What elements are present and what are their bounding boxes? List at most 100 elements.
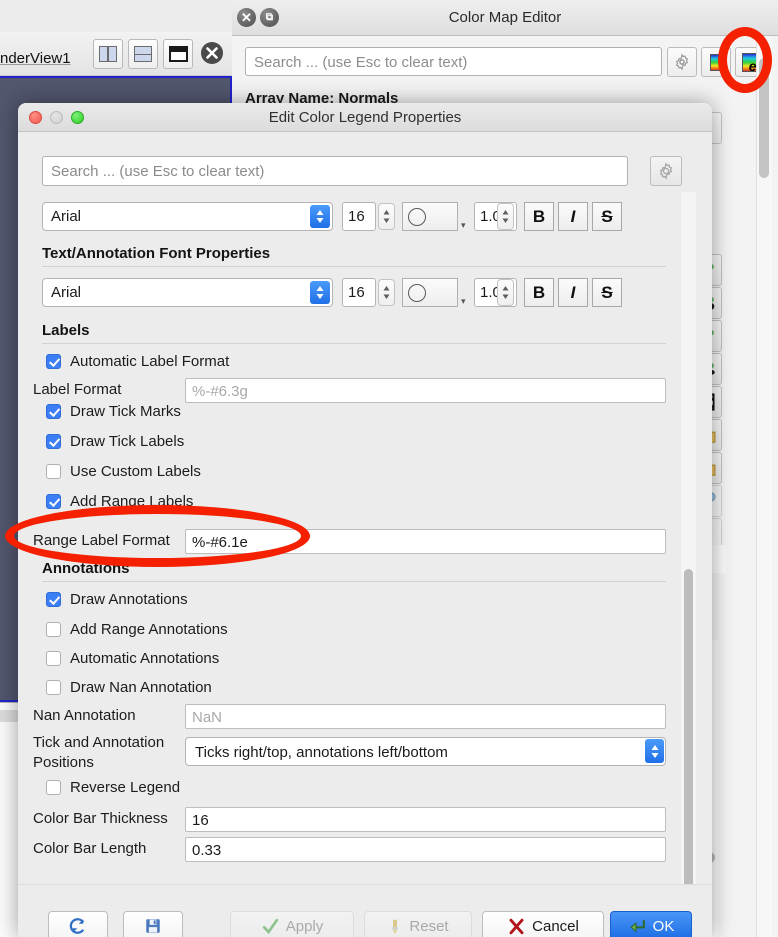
- annotation-font-row: Arial 16 ▾ 1.00 B I S: [42, 278, 666, 307]
- annotation-font-bold-toggle[interactable]: B: [524, 278, 554, 307]
- color-bar-length-input[interactable]: 0.33: [185, 837, 666, 862]
- annotation-font-color-button[interactable]: [402, 278, 458, 307]
- cancel-label: Cancel: [532, 917, 579, 935]
- brush-icon: [392, 919, 399, 933]
- ok-button[interactable]: OK: [610, 911, 692, 937]
- tick-annotation-positions-select[interactable]: Ticks right/top, annotations left/bottom: [185, 737, 666, 766]
- gear-icon: [675, 53, 689, 71]
- annotation-font-size-stepper[interactable]: [378, 279, 395, 306]
- section-divider: [42, 581, 666, 582]
- color-map-editor-search-row: Search ... (use Esc to clear text) e: [232, 36, 778, 88]
- dialog-search-input[interactable]: Search ... (use Esc to clear text): [42, 156, 628, 186]
- checkbox-unchecked-icon[interactable]: [46, 464, 61, 479]
- nan-annotation-input[interactable]: NaN: [185, 704, 666, 729]
- chevron-up-down-icon: [502, 286, 509, 299]
- color-map-editor-gear-button[interactable]: [667, 47, 697, 77]
- save-as-defaults-button[interactable]: [123, 911, 183, 937]
- annotation-font-shadow-toggle[interactable]: S: [592, 278, 622, 307]
- color-bar-button[interactable]: [701, 47, 731, 77]
- label-format-label: Label Format: [33, 381, 122, 398]
- title-font-family-select[interactable]: Arial: [42, 202, 333, 231]
- title-font-row: Arial 16 ▾ 1.00 B I S: [42, 202, 666, 231]
- chevron-up-down-icon: [383, 210, 390, 223]
- x-icon: [509, 918, 524, 934]
- draw-nan-annotation-checkbox-row[interactable]: Draw Nan Annotation: [46, 679, 212, 696]
- automatic-annotations-label: Automatic Annotations: [70, 650, 220, 667]
- title-font-italic-toggle[interactable]: I: [558, 202, 588, 231]
- automatic-annotations-checkbox-row[interactable]: Automatic Annotations: [46, 650, 219, 667]
- chevron-up-down-icon: [310, 281, 330, 304]
- draw-annotations-checkbox-row[interactable]: Draw Annotations: [46, 591, 188, 608]
- draw-annotations-label: Draw Annotations: [70, 591, 188, 608]
- apply-button[interactable]: Apply: [230, 911, 354, 937]
- annotation-font-italic-toggle[interactable]: I: [558, 278, 588, 307]
- color-swatch-icon: [408, 207, 426, 226]
- add-range-labels-checkbox-row[interactable]: Add Range Labels: [46, 493, 193, 510]
- render-view-title: nderView1: [0, 50, 71, 67]
- outer-scrollbar-thumb[interactable]: [759, 58, 769, 178]
- title-font-size-stepper[interactable]: [378, 203, 395, 230]
- title-font-opacity-stepper[interactable]: [497, 203, 514, 230]
- chevron-up-down-icon: [502, 210, 509, 223]
- checkbox-checked-icon[interactable]: [46, 354, 61, 369]
- dialog-scrollbar-thumb[interactable]: [684, 569, 693, 937]
- color-bar-icon: [709, 53, 723, 71]
- close-view-button[interactable]: [198, 39, 226, 67]
- draw-tick-labels-checkbox-row[interactable]: Draw Tick Labels: [46, 433, 184, 450]
- color-map-editor-search-input[interactable]: Search ... (use Esc to clear text): [245, 47, 662, 76]
- refresh-icon: [69, 918, 85, 934]
- dialog-title: Edit Color Legend Properties: [268, 109, 462, 126]
- checkbox-unchecked-icon[interactable]: [46, 780, 61, 795]
- add-range-annotations-label: Add Range Annotations: [70, 621, 228, 638]
- reverse-legend-checkbox-row[interactable]: Reverse Legend: [46, 779, 180, 796]
- draw-tick-labels-label: Draw Tick Labels: [70, 433, 185, 450]
- checkbox-checked-icon[interactable]: [46, 404, 61, 419]
- cancel-button[interactable]: Cancel: [482, 911, 604, 937]
- color-bar-thickness-input[interactable]: 16: [185, 807, 666, 832]
- draw-nan-annotation-label: Draw Nan Annotation: [70, 679, 212, 696]
- section-divider: [42, 266, 666, 267]
- add-range-annotations-checkbox-row[interactable]: Add Range Annotations: [46, 621, 228, 638]
- nan-annotation-label: Nan Annotation: [33, 707, 136, 724]
- dialog-search-gear-button[interactable]: [650, 156, 682, 186]
- save-icon: [146, 919, 160, 933]
- reset-label: Reset: [409, 917, 449, 935]
- title-font-color-button[interactable]: [402, 202, 458, 231]
- checkbox-unchecked-icon[interactable]: [46, 622, 61, 637]
- title-font-bold-toggle[interactable]: B: [524, 202, 554, 231]
- gear-icon: [659, 162, 673, 180]
- split-vertical-button[interactable]: [128, 39, 158, 69]
- title-font-size-input[interactable]: 16: [342, 202, 376, 231]
- dialog-body: Search ... (use Esc to clear text) Arial…: [18, 132, 712, 937]
- color-swatch-icon: [408, 283, 426, 302]
- color-bar-length-label: Color Bar Length: [33, 840, 147, 857]
- use-custom-labels-checkbox-row[interactable]: Use Custom Labels: [46, 463, 201, 480]
- restore-defaults-button[interactable]: [48, 911, 108, 937]
- range-label-format-label: Range Label Format: [33, 532, 170, 549]
- split-horizontal-button[interactable]: [93, 39, 123, 69]
- color-bar-thickness-label: Color Bar Thickness: [33, 810, 168, 827]
- checkbox-checked-icon[interactable]: [46, 494, 61, 509]
- checkbox-checked-icon[interactable]: [46, 434, 61, 449]
- annotation-font-opacity-stepper[interactable]: [497, 279, 514, 306]
- reset-button[interactable]: Reset: [364, 911, 472, 937]
- chevron-down-icon[interactable]: ▾: [461, 296, 466, 307]
- section-divider: [42, 343, 666, 344]
- maximize-view-button[interactable]: [163, 39, 193, 69]
- range-label-format-input[interactable]: %-#6.1e: [185, 529, 666, 554]
- annotation-font-size-input[interactable]: 16: [342, 278, 376, 307]
- maximize-icon: [168, 46, 188, 62]
- reverse-legend-label: Reverse Legend: [70, 779, 181, 796]
- draw-tick-marks-checkbox-row[interactable]: Draw Tick Marks: [46, 403, 181, 420]
- checkbox-unchecked-icon[interactable]: [46, 680, 61, 695]
- ok-label: OK: [652, 917, 675, 935]
- checkbox-unchecked-icon[interactable]: [46, 651, 61, 666]
- automatic-label-format-checkbox-row[interactable]: Automatic Label Format: [46, 353, 229, 370]
- chevron-up-down-icon[interactable]: [645, 739, 664, 763]
- chevron-down-icon[interactable]: ▾: [461, 220, 466, 231]
- annotation-font-family-select[interactable]: Arial: [42, 278, 333, 307]
- close-icon: [201, 42, 223, 64]
- checkbox-checked-icon[interactable]: [46, 592, 61, 607]
- label-format-input[interactable]: %-#6.3g: [185, 378, 666, 403]
- title-font-shadow-toggle[interactable]: S: [592, 202, 622, 231]
